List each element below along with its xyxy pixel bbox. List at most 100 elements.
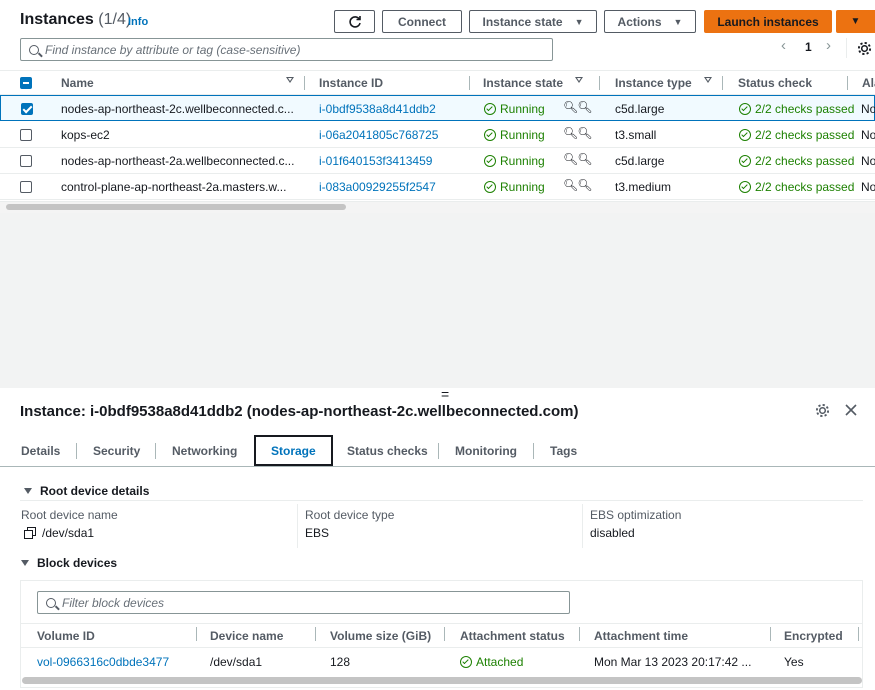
instance-id-link[interactable]: i-0bdf9538a8d41ddb2 (319, 102, 436, 116)
actions-button[interactable]: Actions ▼ (604, 10, 696, 33)
instance-id-link[interactable]: i-01f640153f3413459 (319, 154, 432, 168)
info-link[interactable]: Info (128, 16, 148, 28)
page-title-text: Instances (20, 11, 94, 28)
column-divider[interactable] (304, 76, 305, 90)
gear-icon[interactable] (815, 403, 830, 418)
tab-status-checks[interactable]: Status checks (347, 444, 428, 458)
column-divider[interactable] (722, 76, 723, 90)
select-all-checkbox[interactable] (20, 77, 32, 89)
launch-instances-button[interactable]: Launch instances (704, 10, 832, 33)
column-header-instance-state[interactable]: Instance state (483, 76, 563, 90)
connect-button[interactable]: Connect (382, 10, 462, 33)
column-header-alarm[interactable]: Ala (862, 76, 875, 90)
refresh-button[interactable] (334, 10, 375, 33)
caret-down-icon (21, 560, 29, 566)
sort-icon[interactable] (575, 77, 583, 83)
page-title: Instances (1/4) (20, 11, 131, 29)
root-device-type-value: EBS (305, 526, 330, 540)
instance-type: c5d.large (615, 154, 665, 168)
table-row[interactable]: nodes-ap-northeast-2c.wellbeconnected.c.… (0, 95, 875, 121)
column-header-instance-type[interactable]: Instance type (615, 76, 692, 90)
block-devices-filter[interactable] (37, 591, 570, 614)
instance-state: Running (484, 180, 545, 194)
instance-id-link[interactable]: i-083a00929255f2547 (319, 180, 436, 194)
next-page-button[interactable]: › (826, 37, 831, 54)
volume-size: 128 (330, 655, 351, 669)
table-row[interactable]: nodes-ap-northeast-2a.wellbeconnected.c.… (0, 148, 875, 174)
zoom-icons[interactable]: 🔍︎🔍︎ (563, 100, 592, 114)
instance-search[interactable] (20, 38, 553, 61)
table-row[interactable]: kops-ec2 i-06a2041805c768725 Running 🔍︎🔍… (0, 122, 875, 148)
column-header-device-name[interactable]: Device name (210, 629, 283, 643)
column-divider[interactable] (579, 627, 580, 641)
tab-tags[interactable]: Tags (550, 444, 577, 458)
prev-page-button[interactable]: ‹ (781, 37, 786, 54)
launch-instances-dropdown[interactable]: ▼ (836, 10, 875, 33)
instance-type: t3.medium (615, 180, 672, 194)
tab-divider (533, 443, 534, 459)
zoom-icons[interactable]: 🔍︎🔍︎ (563, 152, 592, 166)
column-divider[interactable] (858, 627, 859, 641)
block-devices-section-toggle[interactable]: Block devices (21, 556, 117, 570)
row-checkbox[interactable] (21, 103, 33, 115)
refresh-icon (348, 15, 361, 28)
zoom-icons[interactable]: 🔍︎🔍︎ (563, 126, 592, 140)
tab-monitoring[interactable]: Monitoring (455, 444, 517, 458)
tab-storage[interactable]: Storage (254, 435, 333, 466)
row-checkbox[interactable] (20, 155, 32, 167)
column-header-attachment-status[interactable]: Attachment status (460, 629, 565, 643)
attachment-status-text: Attached (476, 655, 524, 669)
column-divider[interactable] (599, 76, 600, 90)
column-header-name[interactable]: Name (61, 76, 94, 90)
tab-security[interactable]: Security (93, 444, 140, 458)
search-icon (29, 44, 39, 55)
column-header-encrypted[interactable]: Encrypted (784, 629, 843, 643)
block-table-scrollbar[interactable] (22, 677, 862, 684)
actions-label: Actions (617, 14, 662, 29)
alarm-status: No (861, 180, 875, 194)
zoom-icons[interactable]: 🔍︎🔍︎ (563, 178, 592, 192)
column-divider[interactable] (469, 76, 470, 90)
page-number[interactable]: 1 (805, 40, 812, 54)
column-divider[interactable] (315, 627, 316, 641)
instance-id-link[interactable]: i-06a2041805c768725 (319, 128, 438, 142)
tab-divider (438, 443, 439, 459)
gear-icon[interactable] (857, 41, 872, 56)
column-header-volume-size[interactable]: Volume size (GiB) (330, 629, 431, 643)
instance-state-text: Running (500, 102, 545, 116)
column-header-status-check[interactable]: Status check (738, 76, 812, 90)
table-row[interactable]: control-plane-ap-northeast-2a.masters.w.… (0, 174, 875, 200)
sort-icon[interactable] (704, 77, 712, 83)
block-filter-input[interactable] (62, 595, 552, 610)
column-divider[interactable] (847, 76, 848, 90)
sort-icon[interactable] (286, 77, 294, 83)
instance-type: t3.small (615, 128, 657, 142)
column-header-attachment-time[interactable]: Attachment time (594, 629, 688, 643)
split-panel-handle[interactable]: = (441, 387, 449, 401)
divider (21, 623, 862, 624)
status-check-text: 2/2 checks passed (755, 128, 855, 142)
root-device-name-value: /dev/sda1 (24, 526, 94, 540)
row-checkbox[interactable] (20, 181, 32, 193)
tab-details[interactable]: Details (21, 444, 60, 458)
column-header-volume-id[interactable]: Volume ID (37, 629, 95, 643)
instance-state-button[interactable]: Instance state ▼ (469, 10, 597, 33)
instance-name: nodes-ap-northeast-2a.wellbeconnected.c.… (61, 154, 295, 168)
copy-icon[interactable] (24, 527, 36, 539)
column-header-instance-id[interactable]: Instance ID (319, 76, 383, 90)
volume-id-link[interactable]: vol-0966316c0dbde3477 (37, 655, 169, 669)
root-device-section-toggle[interactable]: Root device details (24, 484, 149, 498)
check-icon (739, 103, 751, 115)
column-divider[interactable] (770, 627, 771, 641)
column-divider[interactable] (444, 627, 445, 641)
caret-down-icon (24, 488, 32, 494)
instance-name: kops-ec2 (61, 128, 110, 142)
table-scrollbar-thumb[interactable] (6, 204, 346, 210)
attachment-status: Attached (460, 655, 523, 669)
close-icon[interactable] (845, 404, 857, 416)
search-input[interactable] (45, 42, 535, 57)
tab-networking[interactable]: Networking (172, 444, 237, 458)
row-checkbox[interactable] (20, 129, 32, 141)
column-divider[interactable] (196, 627, 197, 641)
block-devices-section-title: Block devices (37, 556, 118, 570)
